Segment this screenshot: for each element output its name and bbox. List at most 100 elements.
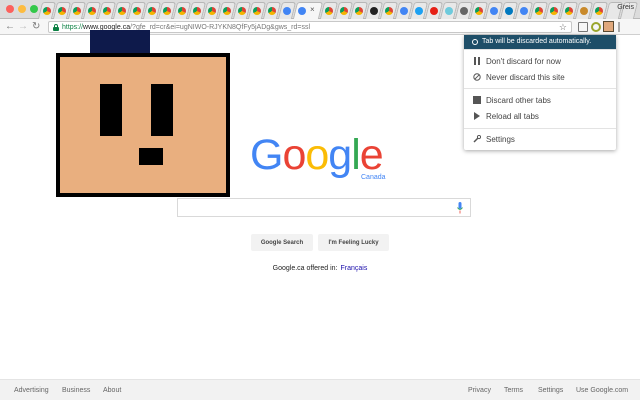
tab[interactable] bbox=[67, 2, 87, 19]
tab[interactable] bbox=[394, 2, 414, 19]
chrome-icon bbox=[355, 7, 363, 15]
tab[interactable] bbox=[574, 2, 594, 19]
tab[interactable] bbox=[379, 2, 399, 19]
footer-use-google-com-link[interactable]: Use Google.com bbox=[576, 387, 628, 394]
tab-active[interactable]: × bbox=[292, 2, 324, 19]
footer-advertising-link[interactable]: Advertising bbox=[14, 387, 49, 394]
tab[interactable] bbox=[559, 2, 579, 19]
logo-letter: e bbox=[359, 131, 384, 179]
chrome-icon bbox=[595, 7, 603, 15]
tab[interactable] bbox=[484, 2, 504, 19]
chrome-icon bbox=[565, 7, 573, 15]
slack-icon bbox=[445, 7, 453, 15]
tab[interactable] bbox=[499, 2, 519, 19]
tab[interactable] bbox=[112, 2, 132, 19]
google-logo[interactable]: Google Canada bbox=[250, 130, 395, 185]
tab[interactable] bbox=[52, 2, 72, 19]
tab[interactable] bbox=[217, 2, 237, 19]
tab[interactable] bbox=[127, 2, 147, 19]
tab[interactable] bbox=[202, 2, 222, 19]
tab-discard-extension-icon[interactable] bbox=[603, 21, 614, 32]
tab[interactable] bbox=[157, 2, 177, 19]
tab[interactable] bbox=[262, 2, 282, 19]
tab[interactable] bbox=[172, 2, 192, 19]
cast-extension-icon[interactable] bbox=[578, 22, 588, 32]
chrome-icon bbox=[163, 7, 171, 15]
menu-dots-icon[interactable] bbox=[618, 22, 620, 32]
maximize-window-button[interactable] bbox=[30, 5, 38, 13]
logo-letter: g bbox=[328, 131, 352, 179]
mascot-illustration bbox=[56, 30, 230, 197]
pause-icon bbox=[472, 56, 482, 66]
forward-arrow-icon[interactable]: → bbox=[18, 21, 28, 33]
settings-item[interactable]: Settings bbox=[464, 131, 616, 147]
tab[interactable] bbox=[247, 2, 267, 19]
puzzle-icon bbox=[460, 7, 468, 15]
google-search-button[interactable]: Google Search bbox=[251, 234, 313, 251]
tab[interactable] bbox=[454, 2, 474, 19]
never-discard-item[interactable]: Never discard this site bbox=[464, 69, 616, 85]
star-icon[interactable]: ☆ bbox=[559, 22, 567, 33]
footer-business-link[interactable]: Business bbox=[62, 387, 90, 394]
wrench-icon bbox=[472, 134, 482, 144]
back-arrow-icon[interactable]: ← bbox=[5, 21, 15, 33]
chrome-icon bbox=[475, 7, 483, 15]
tab[interactable] bbox=[589, 2, 609, 19]
extension-circle-icon[interactable] bbox=[591, 22, 601, 32]
microphone-icon[interactable] bbox=[457, 202, 463, 214]
footer-about-link[interactable]: About bbox=[103, 387, 121, 394]
tab[interactable] bbox=[187, 2, 207, 19]
chrome-icon bbox=[223, 7, 231, 15]
discard-other-tabs-item[interactable]: Discard other tabs bbox=[464, 92, 616, 108]
minimize-window-button[interactable] bbox=[18, 5, 26, 13]
profile-name[interactable]: Greis bbox=[617, 4, 634, 11]
footer-settings-link[interactable]: Settings bbox=[538, 387, 563, 394]
dont-discard-item[interactable]: Don't discard for now bbox=[464, 53, 616, 69]
tab[interactable] bbox=[364, 2, 384, 19]
reload-icon[interactable]: ↻ bbox=[32, 21, 40, 33]
tab[interactable] bbox=[277, 2, 297, 19]
tab[interactable] bbox=[82, 2, 102, 19]
chrome-icon bbox=[178, 7, 186, 15]
reload-all-tabs-item[interactable]: Reload all tabs bbox=[464, 108, 616, 124]
footer-terms-link[interactable]: Terms bbox=[504, 387, 523, 394]
reload-all-label: Reload all tabs bbox=[486, 111, 539, 121]
block-icon bbox=[472, 72, 482, 82]
search-input[interactable] bbox=[177, 198, 471, 217]
chrome-icon bbox=[535, 7, 543, 15]
chrome-icon bbox=[193, 7, 201, 15]
tab[interactable] bbox=[529, 2, 549, 19]
tab[interactable] bbox=[142, 2, 162, 19]
chrome-icon bbox=[238, 7, 246, 15]
tab[interactable] bbox=[469, 2, 489, 19]
tab[interactable] bbox=[514, 2, 534, 19]
github-icon bbox=[370, 7, 378, 15]
tab[interactable] bbox=[544, 2, 564, 19]
popup-header: Tab will be discarded automatically. bbox=[464, 35, 616, 49]
tab[interactable] bbox=[37, 2, 57, 19]
tab[interactable] bbox=[439, 2, 459, 19]
stop-icon bbox=[472, 95, 482, 105]
tab[interactable] bbox=[349, 2, 369, 19]
close-tab-icon[interactable]: × bbox=[310, 5, 315, 14]
google-wordmark: Google bbox=[250, 130, 395, 180]
footer-privacy-link[interactable]: Privacy bbox=[468, 387, 491, 394]
country-label: Canada bbox=[361, 174, 386, 181]
tab[interactable] bbox=[97, 2, 117, 19]
chrome-icon bbox=[208, 7, 216, 15]
tab[interactable] bbox=[334, 2, 354, 19]
google-icon bbox=[298, 7, 306, 15]
chrome-icon bbox=[73, 7, 81, 15]
tab[interactable] bbox=[409, 2, 429, 19]
feeling-lucky-button[interactable]: I'm Feeling Lucky bbox=[318, 234, 389, 251]
tab[interactable] bbox=[424, 2, 444, 19]
popup-header-text: Tab will be discarded automatically. bbox=[482, 38, 592, 45]
chrome-icon bbox=[340, 7, 348, 15]
dont-discard-label: Don't discard for now bbox=[486, 56, 561, 66]
tab-list: × bbox=[37, 2, 639, 19]
tab[interactable] bbox=[232, 2, 252, 19]
close-window-button[interactable] bbox=[6, 5, 14, 13]
settings-label: Settings bbox=[486, 134, 515, 144]
francais-link[interactable]: Français bbox=[341, 265, 368, 272]
tab[interactable] bbox=[319, 2, 339, 19]
